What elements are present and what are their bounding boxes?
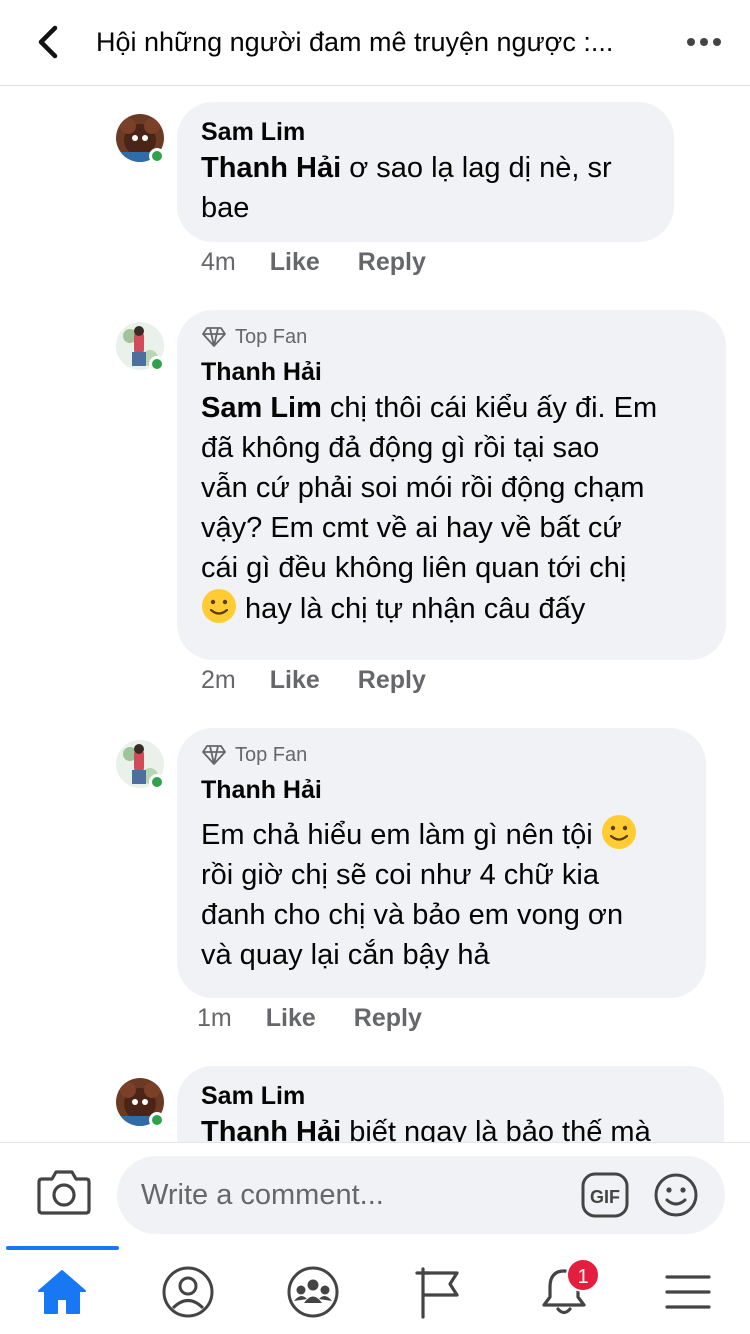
page-title[interactable]: Hội những người đam mê truyện ngược :...	[96, 24, 664, 60]
mention-link[interactable]: Thanh Hải	[201, 152, 341, 184]
home-icon	[38, 1270, 86, 1314]
slightly-smiling-face-icon	[601, 815, 636, 849]
avatar-thanh-hai[interactable]	[116, 740, 165, 790]
notification-count-badge: 1	[566, 1258, 600, 1292]
mention-link[interactable]: Thanh Hải	[201, 1116, 341, 1142]
comment-actions: 4m Like Reply	[201, 246, 464, 278]
avatar-sam-lim[interactable]	[116, 114, 165, 164]
comment-text: Em chả hiểu em làm gì nên tội rồi giờ ch…	[201, 814, 682, 975]
comment-bubble[interactable]: Sam Lim Thanh Hải ơ sao lạ lag dị nè, sr…	[177, 102, 674, 242]
chevron-left-icon	[38, 25, 58, 59]
slightly-smiling-face-icon	[202, 589, 236, 623]
comment-bubble[interactable]: Top Fan Thanh Hải Em chả hiểu em làm gì …	[177, 728, 706, 998]
avatar-thanh-hai[interactable]	[116, 322, 165, 372]
comment-composer: Write a comment... GIF	[0, 1142, 750, 1246]
tab-profile[interactable]	[156, 1260, 220, 1324]
comment-text: Thanh Hải biết ngay là bảo thế mà	[201, 1112, 700, 1142]
comment-time[interactable]: 1m	[197, 1002, 232, 1034]
top-fan-badge: Top Fan	[201, 742, 682, 768]
reply-button[interactable]: Reply	[358, 246, 426, 278]
comment-bubble[interactable]: Sam Lim Thanh Hải biết ngay là bảo thế m…	[177, 1066, 724, 1142]
diamond-icon	[202, 745, 226, 765]
avatar-sam-lim[interactable]	[116, 1078, 165, 1128]
dot-icon	[687, 38, 695, 46]
more-options-button[interactable]	[680, 22, 728, 62]
reply-button[interactable]: Reply	[354, 1002, 422, 1034]
tab-home[interactable]	[30, 1260, 94, 1324]
top-fan-badge: Top Fan	[201, 324, 702, 350]
hamburger-menu-icon	[665, 1275, 711, 1309]
online-status-dot	[149, 148, 165, 164]
comment-author[interactable]: Sam Lim	[201, 116, 650, 148]
online-status-dot	[149, 1112, 165, 1128]
svg-text:GIF: GIF	[590, 1187, 620, 1207]
active-tab-indicator	[6, 1246, 119, 1250]
comment-time[interactable]: 4m	[201, 246, 236, 278]
comment-list: Sam Lim Thanh Hải ơ sao lạ lag dị nè, sr…	[0, 86, 750, 1142]
flag-icon	[415, 1267, 459, 1319]
gif-button[interactable]: GIF	[581, 1172, 629, 1218]
like-button[interactable]: Like	[270, 246, 320, 278]
comment-actions: 1m Like Reply	[197, 1002, 460, 1034]
dot-icon	[713, 38, 721, 46]
comment-author[interactable]: Sam Lim	[201, 1080, 700, 1112]
groups-icon	[287, 1266, 339, 1318]
comment-time[interactable]: 2m	[201, 664, 236, 696]
back-button[interactable]	[26, 20, 70, 64]
camera-icon	[37, 1170, 91, 1215]
comment-input[interactable]: Write a comment... GIF	[117, 1156, 725, 1234]
profile-icon	[162, 1266, 214, 1318]
smiley-face-icon	[654, 1173, 698, 1217]
like-button[interactable]: Like	[266, 1002, 316, 1034]
tab-groups[interactable]	[281, 1260, 345, 1324]
comment-text: Sam Lim chị thôi cái kiểu ấy đi. Em đã k…	[201, 392, 658, 625]
comment-input-placeholder: Write a comment...	[141, 1179, 384, 1211]
comment-text: Thanh Hải ơ sao lạ lag dị nè, sr bae	[201, 152, 612, 224]
tab-menu[interactable]	[656, 1260, 720, 1324]
online-status-dot	[149, 774, 165, 790]
gif-icon: GIF	[581, 1172, 629, 1218]
comment-actions: 2m Like Reply	[201, 664, 464, 696]
mention-link[interactable]: Sam Lim	[201, 392, 322, 424]
diamond-icon	[202, 327, 226, 347]
top-bar: Hội những người đam mê truyện ngược :...	[0, 0, 750, 86]
tab-notifications[interactable]: 1	[532, 1258, 600, 1324]
bottom-tab-bar: 1	[0, 1246, 750, 1334]
comment-author[interactable]: Thanh Hải	[201, 774, 682, 806]
like-button[interactable]: Like	[270, 664, 320, 696]
camera-button[interactable]	[36, 1167, 92, 1217]
comment-bubble[interactable]: Top Fan Thanh Hải Sam Lim chị thôi cái k…	[177, 310, 726, 660]
tab-pages[interactable]	[406, 1260, 470, 1324]
reply-button[interactable]: Reply	[358, 664, 426, 696]
dot-icon	[700, 38, 708, 46]
emoji-button[interactable]	[653, 1172, 699, 1218]
comment-author[interactable]: Thanh Hải	[201, 356, 702, 388]
online-status-dot	[149, 356, 165, 372]
